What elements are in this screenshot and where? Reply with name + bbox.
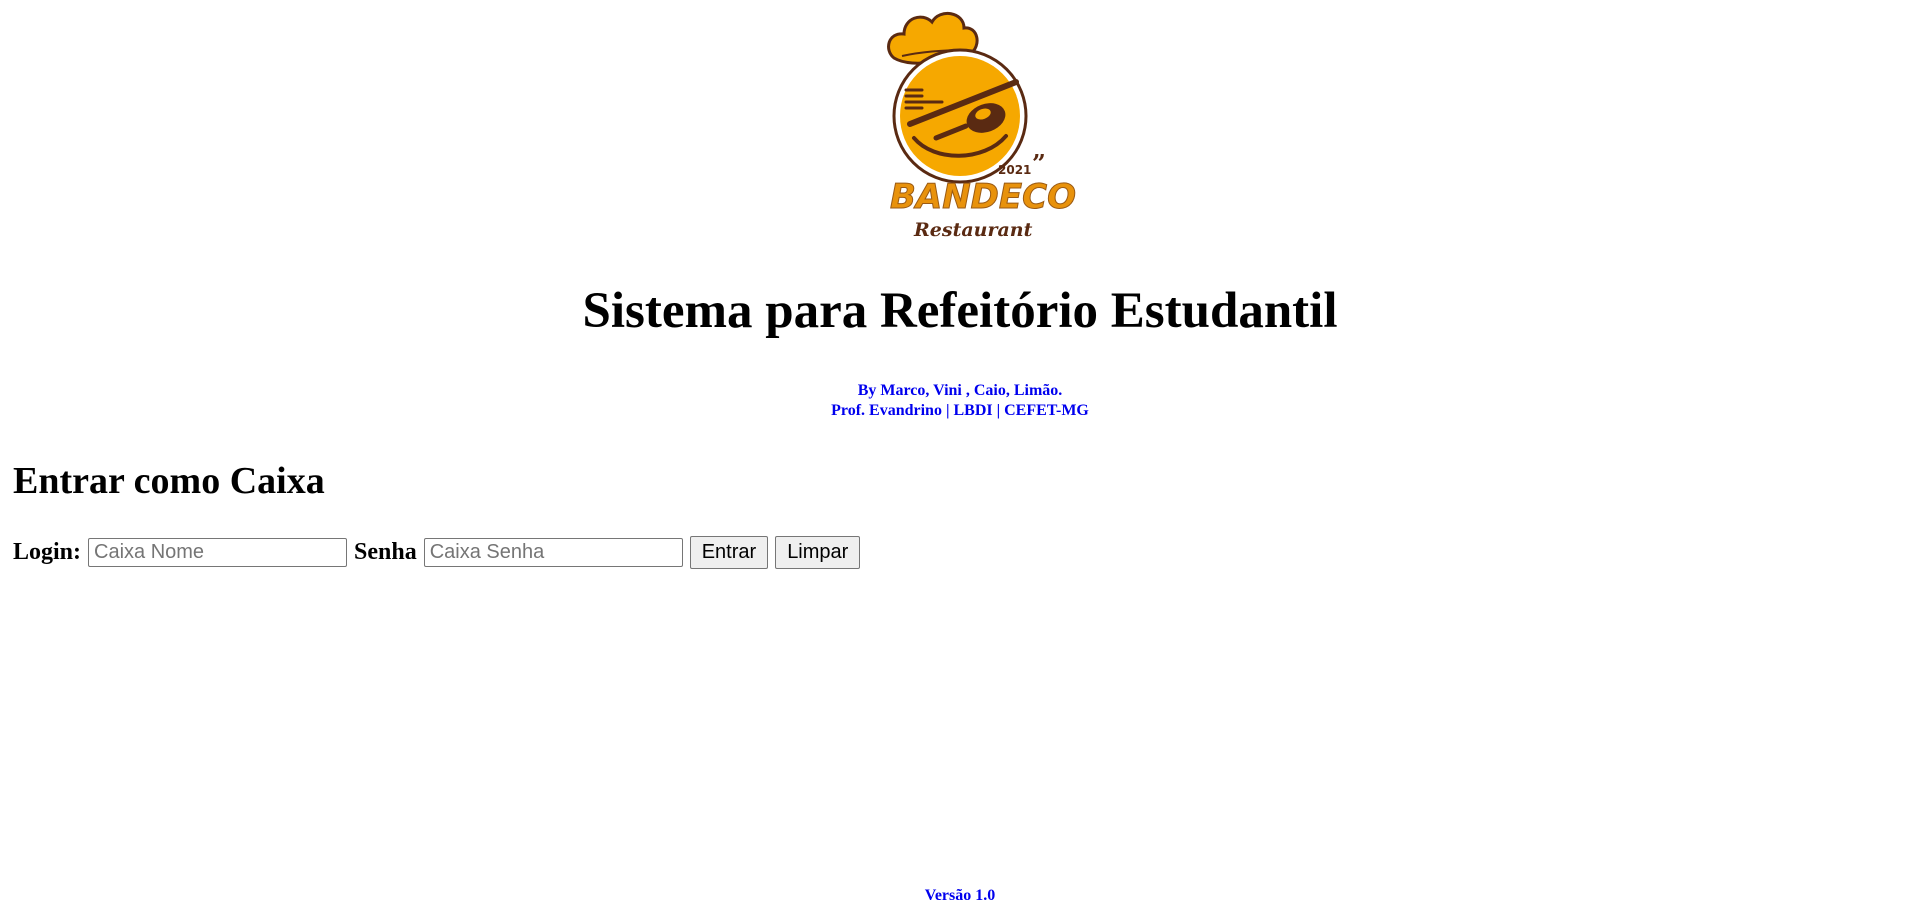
bandeco-logo: 2021 ” BANDECO Restaurant xyxy=(880,6,1080,246)
svg-text:”: ” xyxy=(1032,149,1046,178)
svg-text:Restaurant: Restaurant xyxy=(913,219,1033,241)
login-section-title: Entrar como Caixa xyxy=(13,460,325,502)
credits: By Marco, Vini , Caio, Limão. Prof. Evan… xyxy=(0,381,1920,421)
password-input[interactable] xyxy=(423,537,683,567)
svg-text:BANDECO: BANDECO xyxy=(890,177,1076,217)
submit-button[interactable]: Entrar xyxy=(689,535,769,569)
chef-plate-logo-icon: 2021 ” BANDECO Restaurant xyxy=(887,12,1077,241)
clear-button[interactable]: Limpar xyxy=(775,535,861,569)
institution-text: Prof. Evandrino | LBDI | CEFET-MG xyxy=(831,402,1089,419)
authors-text: By Marco, Vini , Caio, Limão. xyxy=(857,382,1063,399)
svg-text:2021: 2021 xyxy=(998,163,1031,177)
login-input[interactable] xyxy=(88,537,348,567)
page-title: Sistema para Refeitório Estudantil xyxy=(582,283,1338,339)
version-text: Versão 1.0 xyxy=(924,887,996,904)
login-label: Login: xyxy=(13,538,82,565)
password-label: Senha xyxy=(354,538,417,565)
login-form: Login: Senha Entrar Limpar xyxy=(13,535,867,569)
page: 2021 ” BANDECO Restaurant Sistema para R… xyxy=(0,0,1920,912)
